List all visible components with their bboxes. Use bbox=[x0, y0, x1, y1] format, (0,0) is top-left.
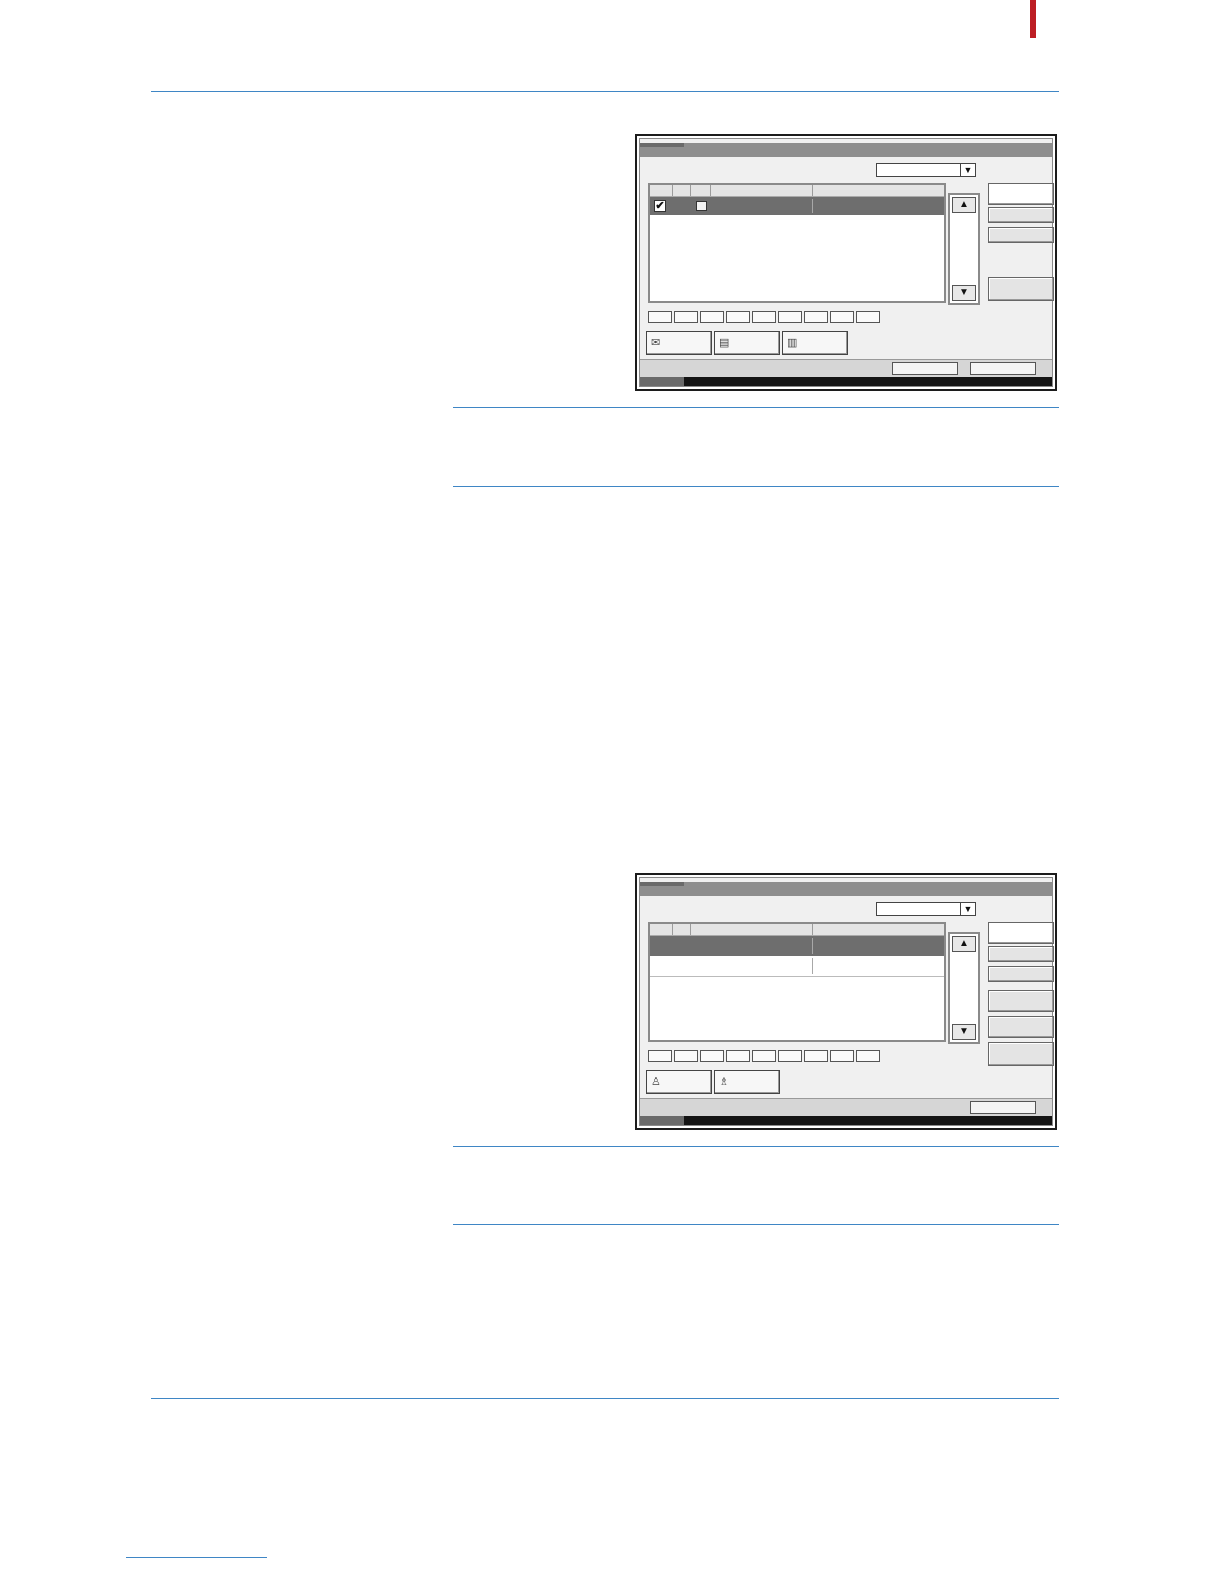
user-list bbox=[648, 922, 946, 1042]
status-button-1[interactable] bbox=[970, 1101, 1036, 1114]
document-icon bbox=[696, 201, 707, 211]
index-button-6[interactable] bbox=[778, 311, 802, 323]
folder-icon: ▤ bbox=[719, 337, 730, 349]
list-header bbox=[650, 185, 944, 197]
side-button-3[interactable] bbox=[988, 227, 1054, 243]
index-button-4[interactable] bbox=[726, 1050, 750, 1062]
note-rule-bottom-1 bbox=[453, 486, 1059, 487]
index-button-1[interactable] bbox=[648, 311, 672, 323]
side-button-1[interactable] bbox=[988, 183, 1054, 205]
user-icon: ♙ bbox=[651, 1076, 661, 1088]
scroll-up-button[interactable]: ▲ bbox=[952, 197, 976, 213]
side-button-6[interactable] bbox=[988, 1042, 1054, 1066]
footer-rule bbox=[151, 1398, 1059, 1399]
panel-title-bar bbox=[640, 882, 1052, 896]
bottom-bar bbox=[640, 377, 1052, 386]
tab-button-user[interactable]: ♙ bbox=[646, 1070, 712, 1094]
tab-button-folder[interactable]: ▤ bbox=[714, 331, 780, 355]
list-row[interactable] bbox=[650, 956, 944, 977]
index-button-9[interactable] bbox=[856, 1050, 880, 1062]
index-button-4[interactable] bbox=[726, 311, 750, 323]
box-list: ✔ bbox=[648, 183, 946, 303]
checkbox-checked[interactable]: ✔ bbox=[654, 200, 666, 212]
index-button-5[interactable] bbox=[752, 1050, 776, 1062]
side-button-4[interactable] bbox=[988, 277, 1054, 301]
list-scrollbar[interactable]: ▲ ▼ bbox=[948, 932, 980, 1044]
page-edge-marker bbox=[1030, 0, 1036, 38]
index-button-5[interactable] bbox=[752, 311, 776, 323]
header-rule bbox=[151, 91, 1059, 92]
folders-icon: ▥ bbox=[787, 337, 798, 349]
footer-link-underline bbox=[126, 1557, 267, 1558]
index-button-1[interactable] bbox=[648, 1050, 672, 1062]
side-button-5[interactable] bbox=[988, 1016, 1054, 1038]
list-row-selected[interactable]: ✔ bbox=[650, 197, 944, 215]
scroll-up-button[interactable]: ▲ bbox=[952, 936, 976, 952]
index-button-2[interactable] bbox=[674, 1050, 698, 1062]
list-scrollbar[interactable]: ▲ ▼ bbox=[948, 193, 980, 305]
panel-screenshot-2: ▼ ▲ ▼ ♙ ♗ bbox=[635, 873, 1057, 1130]
index-button-7[interactable] bbox=[804, 1050, 828, 1062]
tab-button-folders[interactable]: ▥ bbox=[782, 331, 848, 355]
list-row-selected[interactable] bbox=[650, 936, 944, 956]
index-button-8[interactable] bbox=[830, 311, 854, 323]
side-button-4[interactable] bbox=[988, 990, 1054, 1012]
envelope-icon: ✉ bbox=[651, 337, 661, 349]
chevron-down-icon: ▼ bbox=[960, 903, 975, 915]
index-button-7[interactable] bbox=[804, 311, 828, 323]
status-bar bbox=[640, 1098, 1052, 1117]
scroll-down-button[interactable]: ▼ bbox=[952, 1024, 976, 1040]
status-bar bbox=[640, 359, 1052, 378]
note-rule-top-2 bbox=[453, 1146, 1059, 1147]
index-button-3[interactable] bbox=[700, 311, 724, 323]
note-rule-top-1 bbox=[453, 407, 1059, 408]
side-button-2[interactable] bbox=[988, 207, 1054, 223]
chevron-down-icon: ▼ bbox=[960, 164, 975, 176]
status-button-2[interactable] bbox=[970, 362, 1036, 375]
index-button-2[interactable] bbox=[674, 311, 698, 323]
side-button-2[interactable] bbox=[988, 946, 1054, 962]
list-header bbox=[650, 924, 944, 936]
panel-title-bar bbox=[640, 143, 1052, 157]
index-button-8[interactable] bbox=[830, 1050, 854, 1062]
tab-button-users[interactable]: ♗ bbox=[714, 1070, 780, 1094]
sort-dropdown[interactable]: ▼ bbox=[876, 163, 976, 177]
users-icon: ♗ bbox=[719, 1076, 729, 1088]
bottom-bar bbox=[640, 1116, 1052, 1125]
index-button-3[interactable] bbox=[700, 1050, 724, 1062]
side-button-1[interactable] bbox=[988, 922, 1054, 944]
index-button-9[interactable] bbox=[856, 311, 880, 323]
status-button-1[interactable] bbox=[892, 362, 958, 375]
side-button-3[interactable] bbox=[988, 966, 1054, 982]
tab-button-email[interactable]: ✉ bbox=[646, 331, 712, 355]
panel-screenshot-1: ▼ ✔ ▲ ▼ ✉ ▤ ▥ bbox=[635, 134, 1057, 391]
index-button-6[interactable] bbox=[778, 1050, 802, 1062]
scroll-down-button[interactable]: ▼ bbox=[952, 285, 976, 301]
sort-dropdown[interactable]: ▼ bbox=[876, 902, 976, 916]
note-rule-bottom-2 bbox=[453, 1224, 1059, 1225]
